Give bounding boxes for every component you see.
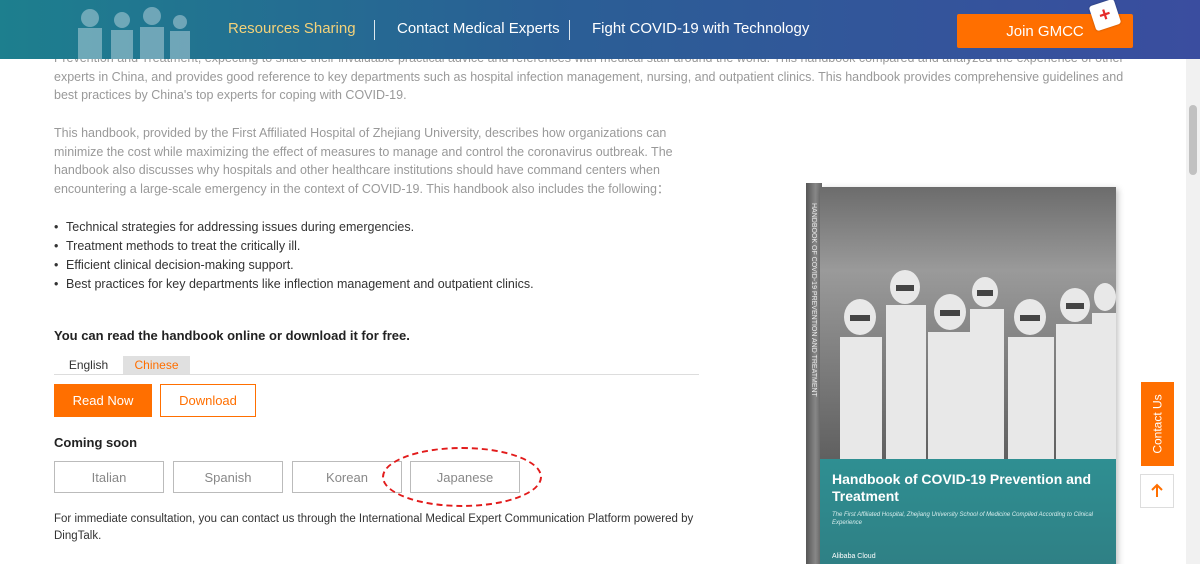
list-item: Treatment methods to treat the criticall… [54,237,534,256]
book-sponsor-logos: Alibaba Cloud [832,553,1112,560]
read-now-label: Read Now [72,393,134,408]
list-item: Best practices for key departments like … [54,275,534,294]
back-to-top-button[interactable] [1140,474,1174,508]
page: Resources Sharing Contact Medical Expert… [0,0,1200,564]
highlight-annotation-ellipse [382,447,542,507]
nav-contact-medical-experts[interactable]: Contact Medical Experts [397,20,560,37]
arrow-up-icon [1151,483,1163,497]
read-online-heading: You can read the handbook online or down… [54,328,410,343]
description-paragraph: This handbook, provided by the First Aff… [54,126,673,196]
medical-staff-photo [820,187,1116,467]
feature-list: Technical strategies for addressing issu… [54,218,534,294]
join-gmcc-label: Join GMCC [1006,22,1084,40]
tab-chinese[interactable]: Chinese [123,356,190,374]
language-tabs: English Chinese [54,356,699,375]
alibaba-cloud-logo: Alibaba Cloud [832,553,876,560]
book-title: Handbook of COVID-19 Prevention and Trea… [832,471,1092,504]
nav-divider [374,20,375,40]
download-button[interactable]: Download [160,384,256,417]
book-spine-text: HANDBOOK OF COVID-19 PREVENTION AND TREA… [810,203,817,398]
nav-resources-sharing[interactable]: Resources Sharing [228,20,356,37]
doctors-banner-image [78,7,190,59]
book-subtitle: The First Affiliated Hospital, Zhejiang … [832,512,1093,526]
list-item: Technical strategies for addressing issu… [54,218,534,237]
download-label: Download [179,393,237,408]
tab-english[interactable]: English [60,356,117,374]
scrollbar-thumb[interactable] [1189,105,1197,175]
contact-us-button[interactable]: Contact Us [1141,382,1174,466]
nav-fight-covid-technology[interactable]: Fight COVID-19 with Technology [592,20,809,37]
handbook-cover-image: HANDBOOK OF COVID-19 PREVENTION AND TREA… [806,183,1116,564]
list-item: Efficient clinical decision-making suppo… [54,256,534,275]
book-front-cover: Handbook of COVID-19 Prevention and Trea… [820,187,1116,564]
spanish-button[interactable]: Spanish [173,461,283,493]
coming-soon-heading: Coming soon [54,435,138,450]
contact-us-label: Contact Us [1150,394,1165,454]
consultation-text: For immediate consultation, you can cont… [54,513,694,542]
nav-divider [569,20,570,40]
italian-button[interactable]: Italian [54,461,164,493]
top-navigation-bar: Resources Sharing Contact Medical Expert… [0,0,1200,59]
read-now-button[interactable]: Read Now [54,384,152,417]
